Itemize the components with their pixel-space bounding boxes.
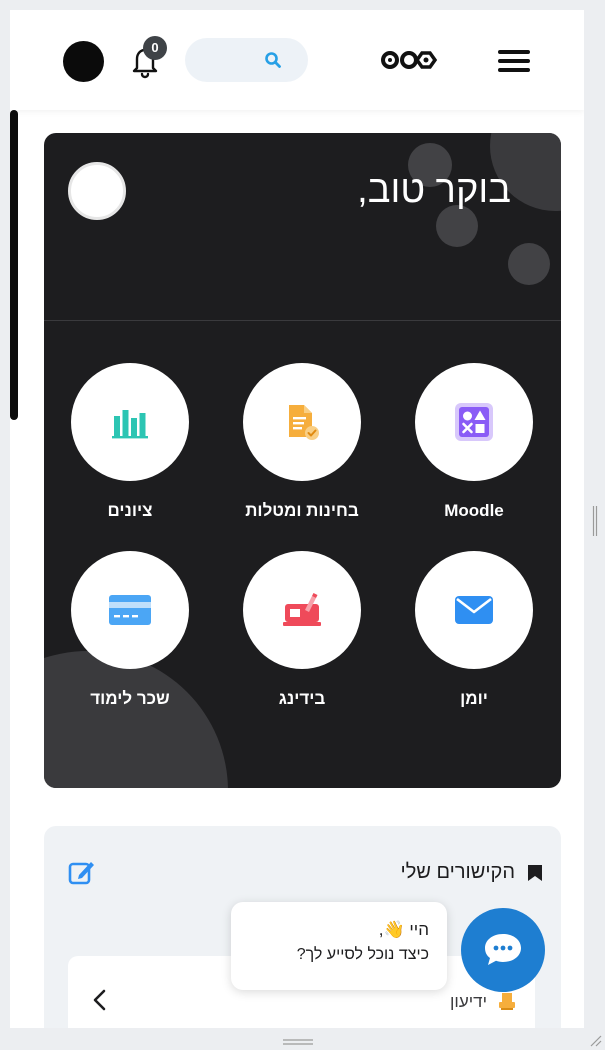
- document-check-icon: [289, 405, 319, 440]
- notification-badge: 0: [143, 36, 167, 60]
- chevron-left-icon[interactable]: [90, 988, 110, 1012]
- tile-label: בחינות ומטלות: [245, 501, 359, 520]
- app-frame: 0 בוקר טוב, Moodle בחינות ומטלות ציונים …: [10, 10, 584, 1028]
- link-label: ידיעון: [450, 992, 487, 1011]
- mail-icon: [455, 596, 493, 624]
- tile-bidding[interactable]: בידינג: [242, 551, 362, 709]
- avatar[interactable]: [63, 41, 104, 82]
- tile-label: יומן: [460, 689, 488, 708]
- tile-label: ציונים: [107, 501, 153, 520]
- edit-icon[interactable]: [68, 859, 96, 885]
- resize-corner-icon[interactable]: [588, 1033, 602, 1047]
- resize-handle[interactable]: [592, 506, 598, 536]
- logo-icon[interactable]: [378, 48, 442, 72]
- scrollbar-thumb[interactable]: [10, 110, 18, 420]
- search-icon: [265, 52, 281, 68]
- tile-label: Moodle: [444, 501, 504, 520]
- tile-grades[interactable]: ציונים: [70, 363, 190, 521]
- chat-button[interactable]: [461, 908, 545, 992]
- tile-tuition[interactable]: שכר לימוד: [70, 551, 190, 709]
- bar-chart-icon: [112, 410, 148, 439]
- chat-greeting-bubble[interactable]: היי 👋, כיצד נוכל לסייע לך?: [231, 902, 447, 990]
- decorative-circle: [508, 243, 550, 285]
- tile-moodle[interactable]: Moodle: [414, 363, 534, 521]
- tile-calendar[interactable]: יומן: [414, 551, 534, 709]
- credit-card-icon: [109, 595, 151, 625]
- chat-icon: [485, 934, 521, 965]
- book-icon: [499, 993, 515, 1010]
- tile-label: בידינג: [278, 689, 326, 708]
- greeting-text: בוקר טוב,: [357, 169, 511, 211]
- dashboard-card: בוקר טוב, Moodle בחינות ומטלות ציונים יו…: [44, 133, 561, 788]
- resize-handle[interactable]: [283, 1038, 313, 1046]
- tile-exams-assignments[interactable]: בחינות ומטלות: [242, 363, 362, 521]
- my-links-title: הקישורים שלי: [400, 861, 515, 883]
- divider: [44, 320, 561, 321]
- search-input[interactable]: [185, 38, 308, 82]
- chat-help-line: כיצד נוכל לסייע לך?: [296, 946, 429, 963]
- top-bar: 0: [10, 10, 584, 110]
- chat-greeting-line: היי 👋,: [378, 920, 429, 939]
- tile-label: שכר לימוד: [90, 689, 170, 708]
- hamburger-menu-button[interactable]: [496, 47, 534, 75]
- profile-picture[interactable]: [68, 162, 126, 220]
- moodle-icon: [455, 403, 493, 441]
- bookmark-icon: [528, 865, 542, 881]
- bidding-icon: [283, 593, 321, 626]
